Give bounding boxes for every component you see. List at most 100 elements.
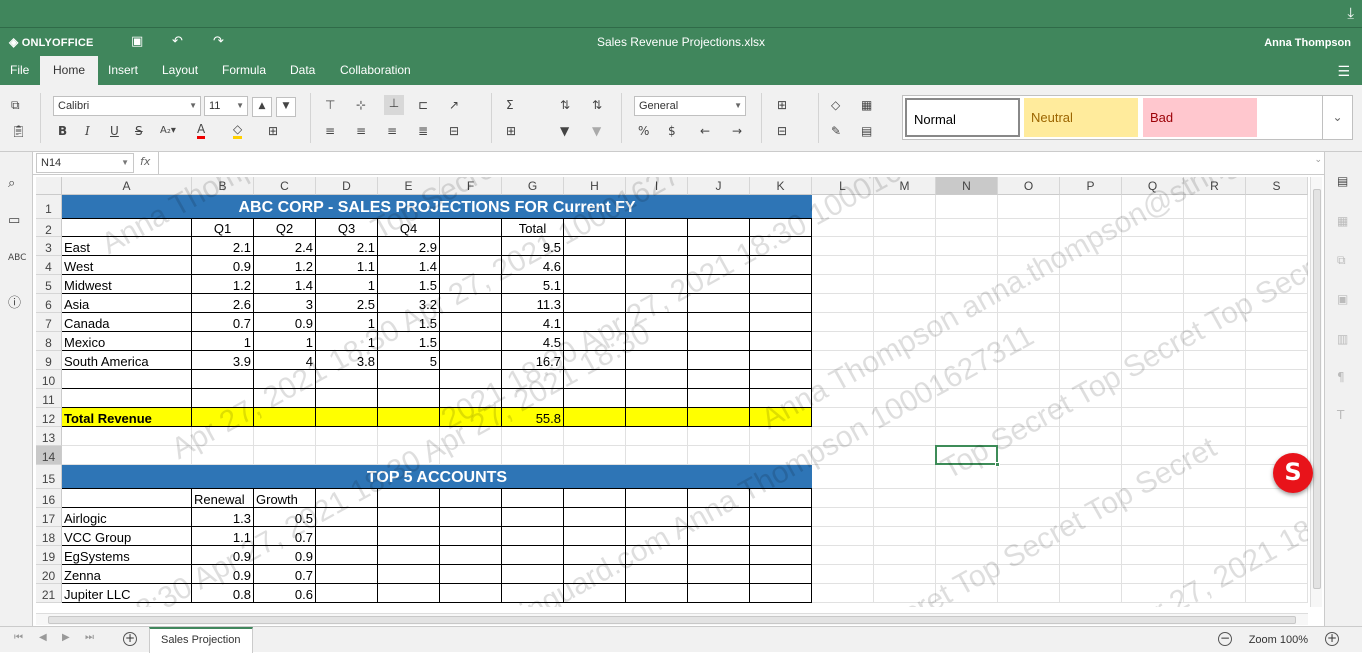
accounts-header-cell[interactable]: [62, 489, 192, 508]
value-cell[interactable]: 0.7: [192, 313, 254, 332]
styles-expand-icon[interactable]: ⌄: [1322, 96, 1352, 139]
row-header-17[interactable]: 17: [36, 508, 62, 527]
grid-cell[interactable]: [316, 527, 378, 546]
next-sheet-icon[interactable]: ▶: [62, 632, 70, 643]
column-header-d[interactable]: D: [316, 177, 378, 195]
grid-cell[interactable]: [564, 489, 626, 508]
grid-cell[interactable]: [812, 508, 874, 527]
value-cell[interactable]: 5.1: [502, 275, 564, 294]
tab-data[interactable]: Data: [277, 56, 328, 85]
fx-label[interactable]: fx: [140, 155, 150, 168]
grid-cell[interactable]: [1060, 584, 1122, 603]
column-header-a[interactable]: A: [62, 177, 192, 195]
value-cell[interactable]: [440, 237, 502, 256]
grid-cell[interactable]: [378, 408, 440, 427]
grid-cell[interactable]: [874, 546, 936, 565]
grid-cell[interactable]: [440, 389, 502, 408]
grid-cell[interactable]: [564, 546, 626, 565]
column-header-n[interactable]: N: [936, 177, 998, 195]
value-cell[interactable]: 4: [254, 351, 316, 370]
grid-cell[interactable]: [874, 465, 936, 489]
value-cell[interactable]: [440, 332, 502, 351]
grid-cell[interactable]: [936, 370, 998, 389]
grid-cell[interactable]: [316, 446, 378, 465]
grid-cell[interactable]: [626, 370, 688, 389]
value-cell[interactable]: 1.4: [254, 275, 316, 294]
grid-cell[interactable]: [688, 256, 750, 275]
font-size-select[interactable]: 11 ▼: [204, 96, 248, 116]
justify-icon[interactable]: ≣: [418, 123, 428, 139]
grid-cell[interactable]: [626, 389, 688, 408]
grid-cell[interactable]: [750, 489, 812, 508]
grid-cell[interactable]: [378, 446, 440, 465]
top-accounts-title[interactable]: TOP 5 ACCOUNTS: [62, 465, 812, 489]
grid-cell[interactable]: [874, 332, 936, 351]
grid-cell[interactable]: [1060, 332, 1122, 351]
grid-cell[interactable]: [936, 508, 998, 527]
grid-cell[interactable]: [688, 408, 750, 427]
grid-cell[interactable]: [1060, 237, 1122, 256]
grid-cell[interactable]: [440, 508, 502, 527]
value-cell[interactable]: 0.9: [192, 546, 254, 565]
row-header-14[interactable]: 14: [36, 446, 62, 465]
grid-cell[interactable]: [688, 294, 750, 313]
grid-cell[interactable]: [874, 313, 936, 332]
grid-cell[interactable]: [1122, 446, 1184, 465]
row-header-16[interactable]: 16: [36, 489, 62, 508]
grid-cell[interactable]: [812, 527, 874, 546]
value-cell[interactable]: 3.9: [192, 351, 254, 370]
grid-cell[interactable]: [750, 427, 812, 446]
region-name-cell[interactable]: Asia: [62, 294, 192, 313]
grid-cell[interactable]: [812, 370, 874, 389]
grid-cell[interactable]: [1184, 256, 1246, 275]
grid-cell[interactable]: [936, 219, 998, 237]
insert-function-icon[interactable]: ⊞: [506, 123, 516, 139]
grid-cell[interactable]: [1246, 351, 1308, 370]
header-cell[interactable]: Q1: [192, 219, 254, 237]
grid-cell[interactable]: [812, 565, 874, 584]
grid-cell[interactable]: [440, 584, 502, 603]
row-header-8[interactable]: 8: [36, 332, 62, 351]
grid-cell[interactable]: [936, 294, 998, 313]
clear-icon[interactable]: ◇: [831, 97, 840, 113]
grid-cell[interactable]: [688, 332, 750, 351]
grid-cell[interactable]: [936, 195, 998, 219]
align-middle-icon[interactable]: ⊹: [356, 97, 366, 113]
align-right-icon[interactable]: ≡: [387, 123, 397, 139]
row-header-9[interactable]: 9: [36, 351, 62, 370]
grid-cell[interactable]: [626, 219, 688, 237]
grid-cell[interactable]: [440, 546, 502, 565]
row-header-13[interactable]: 13: [36, 427, 62, 446]
menu-icon[interactable]: ☰: [1337, 64, 1350, 80]
grid-cell[interactable]: [1184, 427, 1246, 446]
wrap-text-icon[interactable]: ⊏: [418, 97, 428, 113]
info-icon[interactable]: ⓘ: [8, 292, 21, 311]
zoom-level[interactable]: Zoom 100%: [1249, 634, 1308, 646]
column-header-b[interactable]: B: [192, 177, 254, 195]
grid-cell[interactable]: [192, 370, 254, 389]
value-cell[interactable]: 3: [254, 294, 316, 313]
value-cell[interactable]: 1.1: [316, 256, 378, 275]
grid-cell[interactable]: [998, 408, 1060, 427]
grid-cell[interactable]: [874, 584, 936, 603]
grid-cell[interactable]: [936, 546, 998, 565]
value-cell[interactable]: 16.7: [502, 351, 564, 370]
grid-cell[interactable]: [1122, 565, 1184, 584]
row-header-20[interactable]: 20: [36, 565, 62, 584]
value-cell[interactable]: [440, 256, 502, 275]
grid-cell[interactable]: [1184, 351, 1246, 370]
grid-cell[interactable]: [1122, 195, 1184, 219]
grid-cell[interactable]: [564, 370, 626, 389]
font-color-icon[interactable]: A: [197, 123, 206, 139]
grid-cell[interactable]: [1122, 427, 1184, 446]
tab-file[interactable]: File: [0, 56, 42, 85]
grid-cell[interactable]: [564, 237, 626, 256]
align-top-icon[interactable]: ⊤: [325, 97, 335, 113]
currency-icon[interactable]: $: [668, 123, 676, 139]
grid-cell[interactable]: [750, 219, 812, 237]
grid-cell[interactable]: [812, 427, 874, 446]
grid-cell[interactable]: [626, 565, 688, 584]
grid-cell[interactable]: [1122, 351, 1184, 370]
value-cell[interactable]: 1.5: [378, 332, 440, 351]
grid-cell[interactable]: [812, 294, 874, 313]
